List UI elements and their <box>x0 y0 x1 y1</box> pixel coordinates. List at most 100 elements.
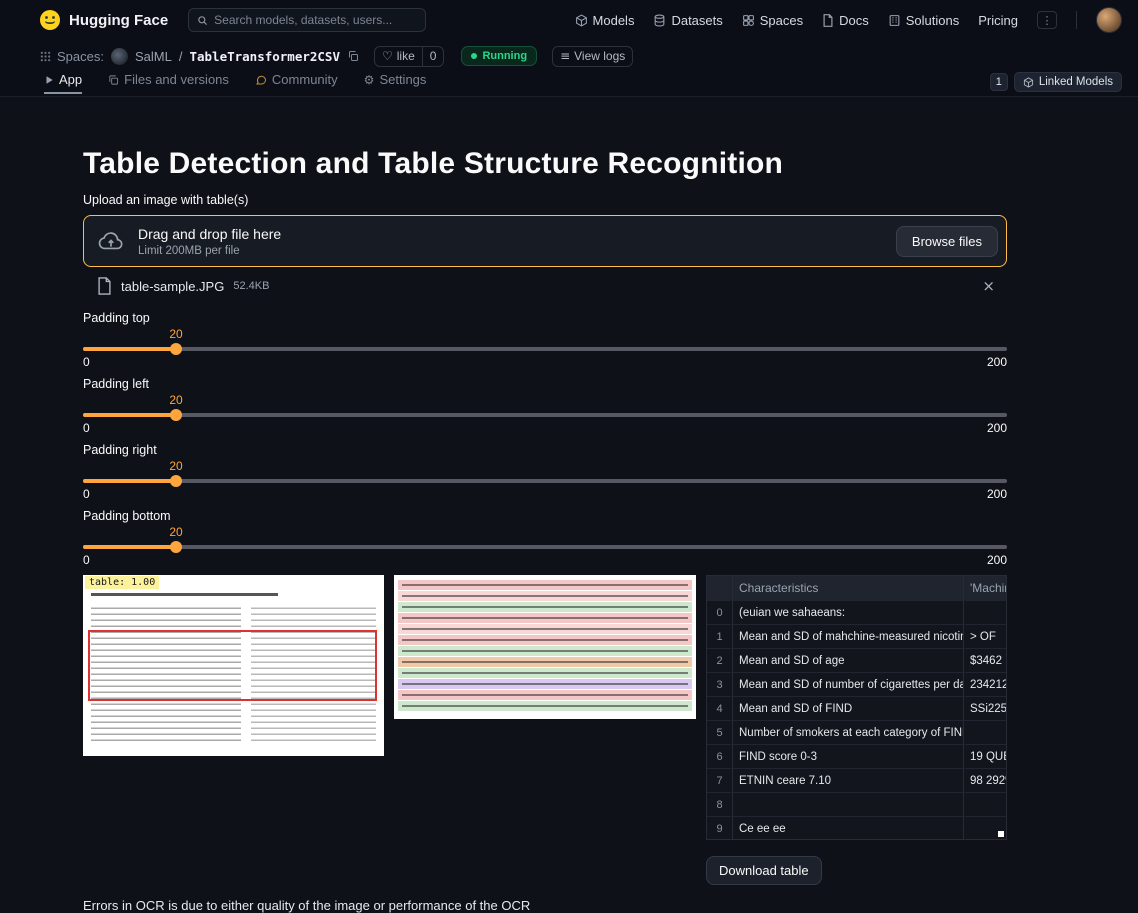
table-row[interactable]: 9 Ce ee ee <box>707 817 1007 840</box>
tab-files-label: Files and versions <box>124 72 229 87</box>
search-input[interactable] <box>214 13 417 27</box>
tab-settings[interactable]: ⚙ Settings <box>364 72 427 92</box>
structure-stripe <box>398 690 692 700</box>
slider-area: 20 0 200 <box>83 525 1007 565</box>
table-row[interactable]: 3 Mean and SD of number of cigarettes pe… <box>707 673 1007 697</box>
slider-minmax: 0 200 <box>83 421 1007 435</box>
slider-track[interactable] <box>83 413 1007 417</box>
view-logs-button[interactable]: ≡ View logs <box>553 47 632 66</box>
slider-min: 0 <box>83 421 90 435</box>
file-name: table-sample.JPG <box>121 279 224 294</box>
slider-padding-right: Padding right 20 0 200 <box>83 443 1007 499</box>
detection-score-label: table: 1.00 <box>85 576 159 589</box>
table-row[interactable]: 2 Mean and SD of age $3462 104 <box>707 649 1007 673</box>
dataframe-header: Characteristics 'Machine- <box>707 576 1007 601</box>
like-label: like <box>397 49 415 63</box>
slider-value: 20 <box>169 393 182 407</box>
table-row[interactable]: 8 <box>707 793 1007 817</box>
slider-value: 20 <box>169 327 182 341</box>
spaces-section[interactable]: Spaces: <box>40 49 104 64</box>
slider-max: 200 <box>987 553 1007 567</box>
slider-area: 20 0 200 <box>83 459 1007 499</box>
cloud-upload-icon <box>98 230 124 252</box>
top-navbar: Hugging Face Models Datasets Spaces Docs <box>0 0 1138 40</box>
nav-pricing[interactable]: Pricing <box>978 13 1018 28</box>
kebab-menu-icon[interactable]: ⋮ <box>1037 11 1057 29</box>
slider-padding-top: Padding top 20 0 200 <box>83 311 1007 367</box>
cube-icon <box>1023 77 1034 88</box>
col-header-machine[interactable]: 'Machine- <box>964 581 1007 595</box>
space-owner[interactable]: SalML <box>135 49 172 64</box>
linked-models-count[interactable]: 1 <box>990 73 1008 91</box>
slider-thumb[interactable] <box>170 409 182 421</box>
nav-models[interactable]: Models <box>575 13 635 28</box>
spaces-icon <box>742 14 755 27</box>
dataframe-resize-handle[interactable] <box>998 831 1004 837</box>
status-badge[interactable]: Running <box>461 46 537 66</box>
nav-pricing-label: Pricing <box>978 13 1018 28</box>
tab-app[interactable]: App <box>44 72 82 94</box>
table-row[interactable]: 0 (euian we sahaeans: <box>707 601 1007 625</box>
like-count[interactable]: 0 <box>422 47 444 66</box>
table-row[interactable]: 6 FIND score 0-3 19 QUB% <box>707 745 1007 769</box>
copy-icon[interactable] <box>347 50 359 62</box>
nav-docs[interactable]: Docs <box>822 13 869 28</box>
structure-stripe <box>398 701 692 711</box>
nav-solutions[interactable]: Solutions <box>888 13 959 28</box>
spaces-section-label: Spaces: <box>57 49 104 64</box>
ocr-dataframe[interactable]: Characteristics 'Machine- 0 (euian we sa… <box>706 575 1007 840</box>
table-row[interactable]: 4 Mean and SD of FIND SSi225 <box>707 697 1007 721</box>
download-table-button[interactable]: Download table <box>706 856 822 885</box>
slider-padding-bottom: Padding bottom 20 0 200 <box>83 509 1007 565</box>
structure-stripe <box>398 679 692 689</box>
slider-thumb[interactable] <box>170 541 182 553</box>
space-header: Spaces: SalML / TableTransformer2CSV ♡ l… <box>0 40 1138 72</box>
space-owner-avatar[interactable] <box>111 48 128 65</box>
huggingface-logo[interactable]: Hugging Face <box>38 8 168 32</box>
slider-track[interactable] <box>83 479 1007 483</box>
slider-thumb[interactable] <box>170 475 182 487</box>
slider-area: 20 0 200 <box>83 393 1007 433</box>
play-icon <box>44 75 54 85</box>
table-row[interactable]: 1 Mean and SD of mahchine-measured nicot… <box>707 625 1007 649</box>
tab-files-and-versions[interactable]: Files and versions <box>108 72 229 92</box>
nav-solutions-label: Solutions <box>906 13 959 28</box>
col-header-index <box>707 576 733 600</box>
file-uploader-dropzone[interactable]: Drag and drop file here Limit 200MB per … <box>83 215 1007 267</box>
space-repo-name[interactable]: TableTransformer2CSV <box>189 49 340 64</box>
slider-fill <box>83 413 176 417</box>
page-title: Table Detection and Table Structure Reco… <box>83 147 1007 181</box>
nav-datasets[interactable]: Datasets <box>653 13 722 28</box>
user-avatar[interactable] <box>1096 7 1122 33</box>
slider-fill <box>83 479 176 483</box>
slider-area: 20 0 200 <box>83 327 1007 367</box>
global-search[interactable] <box>188 8 426 32</box>
slider-min: 0 <box>83 487 90 501</box>
tab-settings-label: Settings <box>379 72 426 87</box>
table-row[interactable]: 7 ETNIN ceare 7.10 98 292%) <box>707 769 1007 793</box>
table-detection-image: table: 1.00 <box>83 575 384 756</box>
status-dot-icon <box>471 53 477 59</box>
nav-spaces[interactable]: Spaces <box>742 13 803 28</box>
table-structure-image <box>394 575 696 719</box>
structure-stripe <box>398 624 692 634</box>
browse-files-button[interactable]: Browse files <box>896 226 998 257</box>
linked-models-button[interactable]: Linked Models <box>1014 72 1122 92</box>
slider-thumb[interactable] <box>170 343 182 355</box>
files-icon <box>108 74 119 86</box>
slider-track[interactable] <box>83 347 1007 351</box>
table-row[interactable]: 5 Number of smokers at each category of … <box>707 721 1007 745</box>
tab-community[interactable]: Community <box>255 72 338 92</box>
file-icon <box>97 277 112 295</box>
remove-file-icon[interactable]: × <box>982 277 995 295</box>
nav-divider <box>1076 11 1077 29</box>
nav-docs-label: Docs <box>839 13 869 28</box>
tab-actions: 1 Linked Models <box>990 72 1122 92</box>
col-header-characteristics[interactable]: Characteristics <box>733 576 964 600</box>
structure-stripe <box>398 602 692 612</box>
uploader-label: Upload an image with table(s) <box>83 193 1007 207</box>
results-row: table: 1.00 <box>83 575 1007 840</box>
slider-track[interactable] <box>83 545 1007 549</box>
ocr-error-note: Errors in OCR is due to either quality o… <box>83 898 1007 913</box>
like-button[interactable]: ♡ like <box>375 47 422 66</box>
